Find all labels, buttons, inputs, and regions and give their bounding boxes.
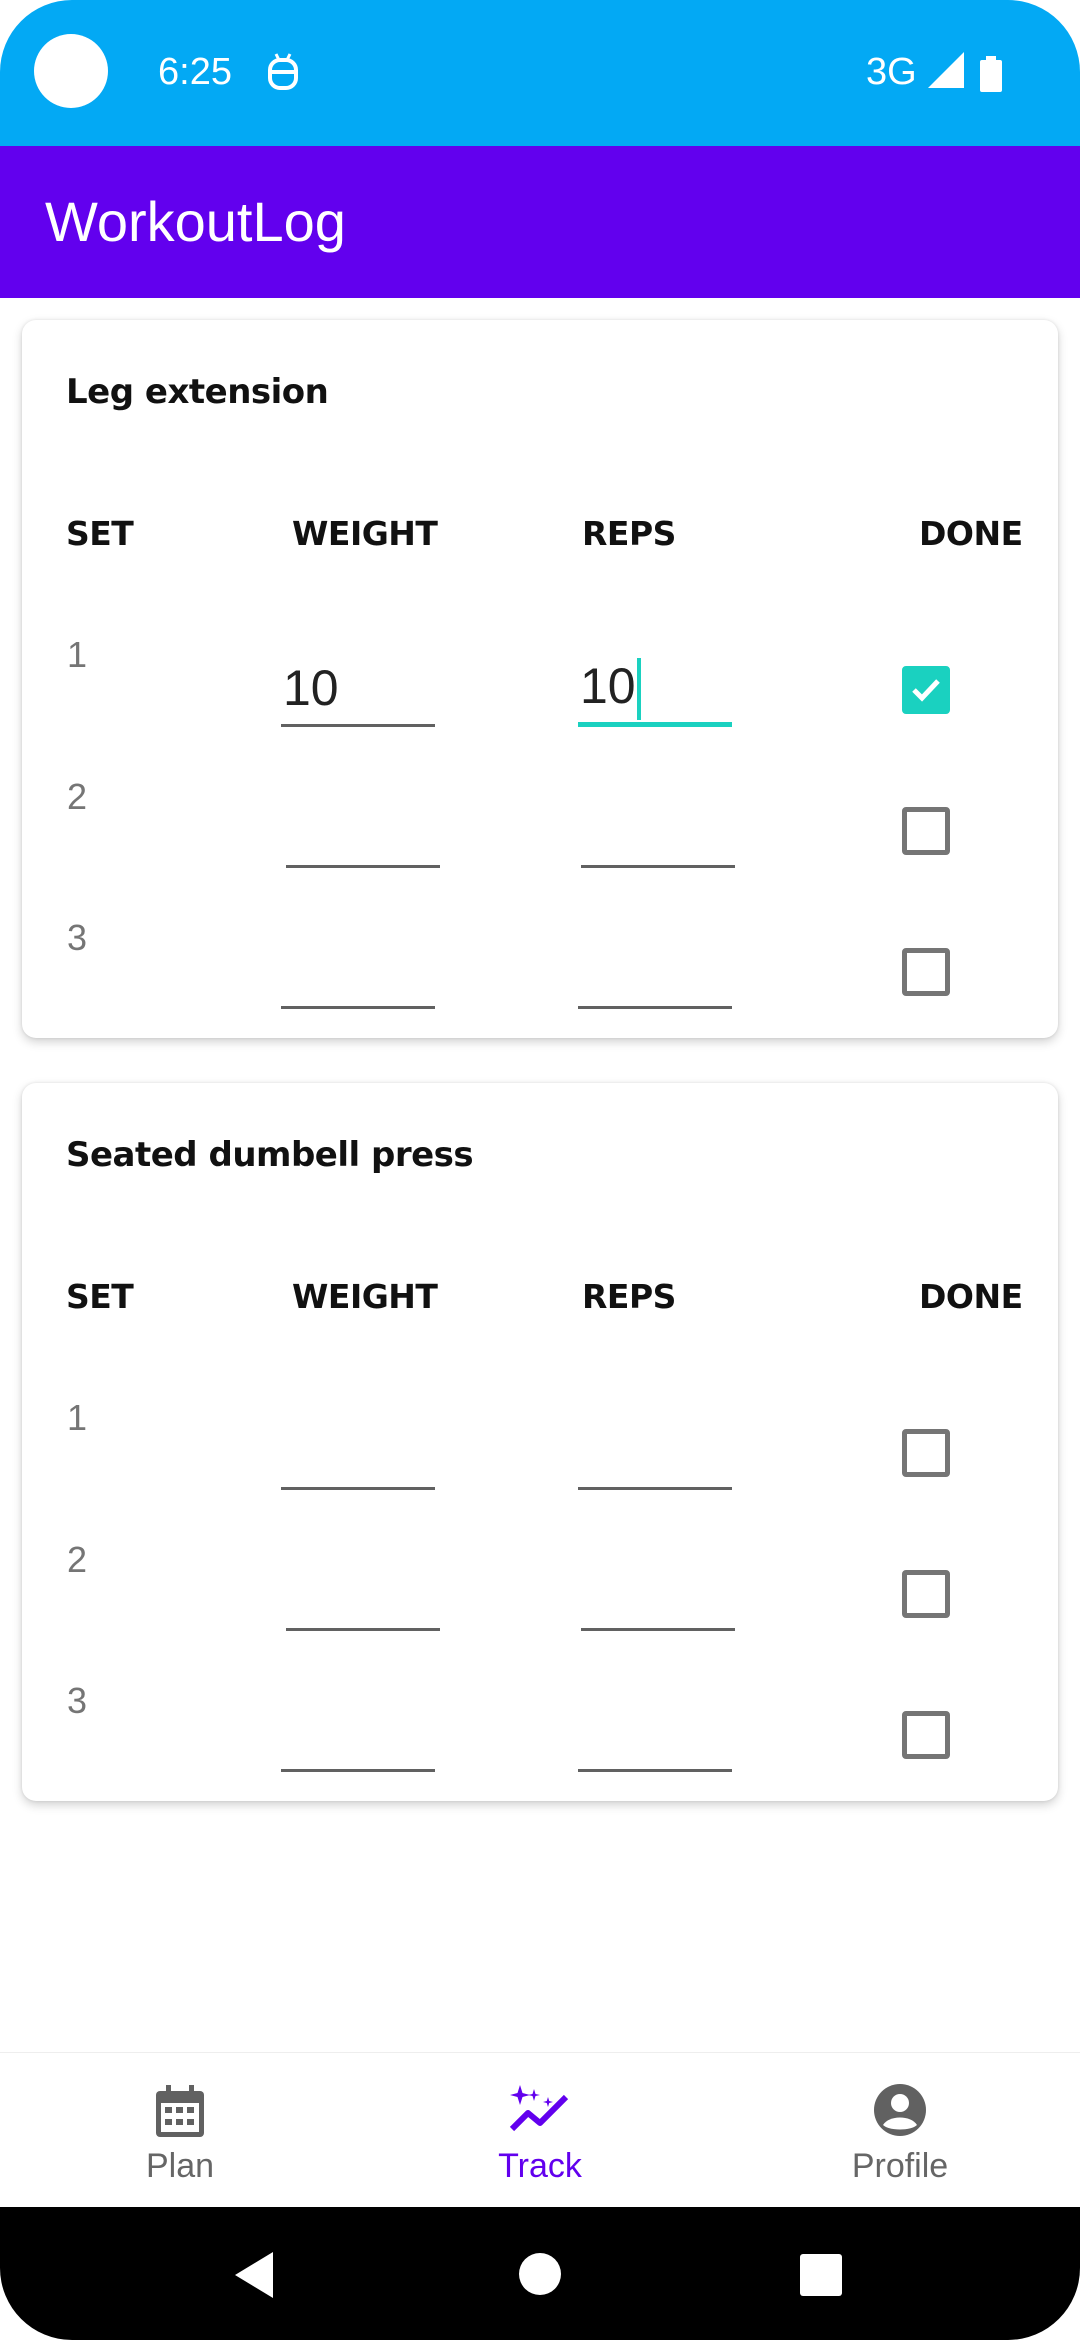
header-weight: WEIGHT: [292, 514, 438, 553]
set-number: 2: [67, 776, 88, 817]
status-bar: 6:25 3G: [0, 0, 1080, 146]
header-done: DONE: [919, 514, 1023, 553]
android-debug-icon: [266, 52, 300, 97]
app-bar: WorkoutLog: [0, 146, 1080, 298]
system-nav-bar: [0, 2207, 1080, 2340]
exercise-card: Seated dumbell press SET WEIGHT REPS DON…: [22, 1083, 1058, 1801]
exercise-name: Leg extension: [66, 372, 329, 412]
weight-input[interactable]: [286, 1567, 440, 1631]
header-reps: REPS: [582, 514, 676, 553]
bottom-navigation: Plan Track Profile: [0, 2052, 1080, 2208]
header-set: SET: [66, 1277, 134, 1316]
reps-input[interactable]: 10: [578, 658, 732, 727]
check-icon: [912, 679, 940, 702]
back-icon[interactable]: [235, 2252, 275, 2303]
weight-input[interactable]: [281, 1708, 435, 1772]
signal-icon: [928, 52, 964, 93]
recents-icon[interactable]: [800, 2254, 842, 2301]
header-weight: WEIGHT: [292, 1277, 438, 1316]
set-number: 3: [67, 1680, 88, 1721]
done-checkbox[interactable]: [902, 948, 950, 996]
battery-icon: [980, 56, 1002, 97]
reps-input[interactable]: [578, 945, 732, 1009]
camera-cutout: [34, 34, 108, 108]
header-done: DONE: [919, 1277, 1023, 1316]
header-reps: REPS: [582, 1277, 676, 1316]
set-number: 2: [67, 1539, 88, 1580]
status-time: 6:25: [158, 51, 232, 93]
weight-input[interactable]: [281, 945, 435, 1009]
set-number: 1: [67, 1397, 88, 1438]
header-set: SET: [66, 514, 134, 553]
exercise-name: Seated dumbell press: [66, 1135, 474, 1175]
sparkle-trend-icon: [508, 2083, 572, 2140]
weight-input[interactable]: [281, 1426, 435, 1490]
nav-item-profile[interactable]: Profile: [720, 2053, 1080, 2208]
nav-label-profile: Profile: [851, 2147, 949, 2185]
nav-item-track[interactable]: Track: [360, 2053, 720, 2208]
done-checkbox[interactable]: [902, 1429, 950, 1477]
app-title: WorkoutLog: [45, 190, 346, 253]
weight-value: 10: [283, 660, 339, 716]
done-checkbox[interactable]: [902, 1570, 950, 1618]
reps-input[interactable]: [581, 1567, 735, 1631]
reps-input[interactable]: [581, 804, 735, 868]
reps-value: 10: [580, 658, 636, 714]
reps-input[interactable]: [578, 1426, 732, 1490]
done-checkbox[interactable]: [902, 666, 950, 714]
account-circle-icon: [873, 2083, 927, 2142]
set-number: 3: [67, 917, 88, 958]
nav-item-plan[interactable]: Plan: [0, 2053, 360, 2208]
calendar-icon: [154, 2083, 206, 2144]
nav-label-track: Track: [498, 2147, 582, 2185]
weight-input[interactable]: 10: [281, 660, 435, 727]
done-checkbox[interactable]: [902, 1711, 950, 1759]
home-icon[interactable]: [519, 2253, 561, 2300]
exercise-card: Leg extension SET WEIGHT REPS DONE 1 10 …: [22, 320, 1058, 1038]
done-checkbox[interactable]: [902, 807, 950, 855]
weight-input[interactable]: [286, 804, 440, 868]
nav-label-plan: Plan: [145, 2147, 215, 2185]
network-type: 3G: [866, 51, 917, 93]
text-cursor: [636, 658, 641, 720]
set-number: 1: [67, 634, 88, 675]
reps-input[interactable]: [578, 1708, 732, 1772]
